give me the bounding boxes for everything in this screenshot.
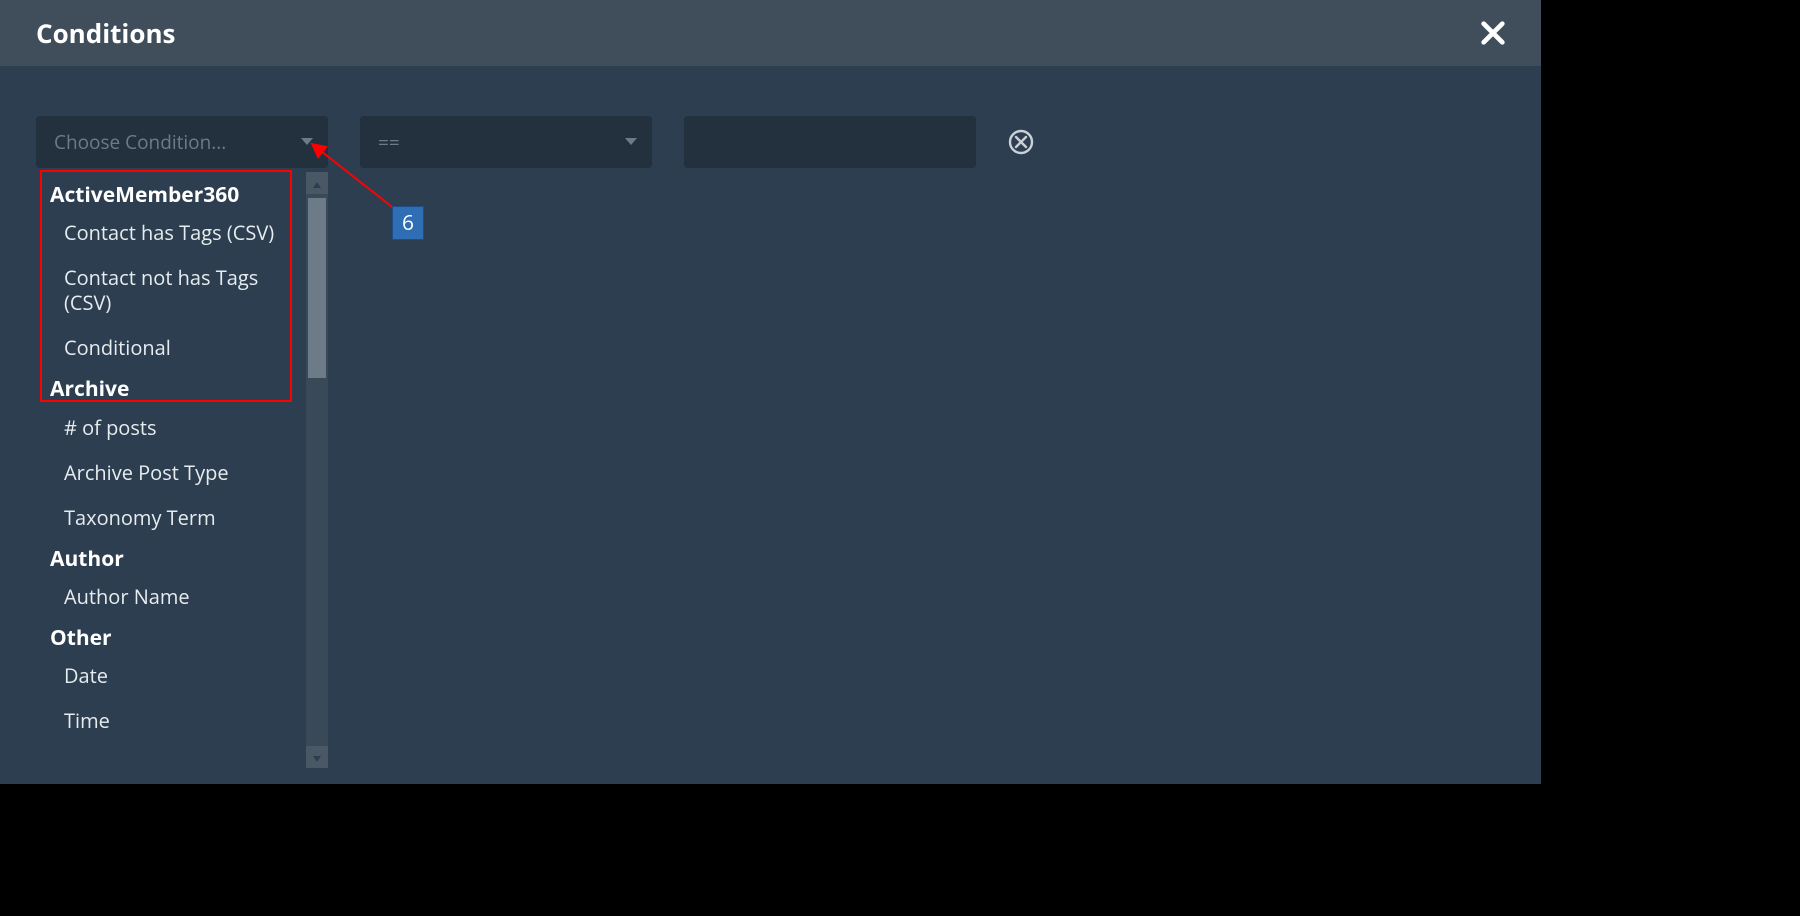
operator-select[interactable]: == <box>360 116 652 168</box>
dropdown-group-title: Archive <box>36 370 302 404</box>
chevron-down-icon <box>300 137 314 147</box>
operator-select-value: == <box>378 129 400 155</box>
chevron-down-icon <box>312 746 322 768</box>
dropdown-option[interactable]: Author Name <box>36 574 302 619</box>
dropdown-group-title: Other <box>36 619 302 653</box>
scroll-up-button[interactable] <box>306 172 328 194</box>
remove-icon <box>1008 138 1034 160</box>
close-icon <box>1479 30 1507 52</box>
condition-select-placeholder: Choose Condition... <box>54 129 226 155</box>
scroll-thumb[interactable] <box>308 198 326 378</box>
condition-row: Choose Condition... == <box>0 66 1541 168</box>
dropdown-option[interactable]: Contact has Tags (CSV) <box>36 210 302 255</box>
dialog-header: Conditions <box>0 0 1541 66</box>
value-input[interactable] <box>684 116 976 168</box>
close-button[interactable] <box>1479 19 1507 47</box>
dropdown-option[interactable]: Conditional <box>36 325 302 370</box>
dropdown-scrollbar[interactable] <box>306 172 328 768</box>
remove-condition-button[interactable] <box>1008 129 1034 155</box>
dropdown-option[interactable]: Archive Post Type <box>36 450 302 495</box>
dropdown-option[interactable]: Contact not has Tags (CSV) <box>36 255 302 325</box>
dialog-title: Conditions <box>36 15 175 51</box>
annotation-badge: 6 <box>392 206 424 240</box>
scroll-down-button[interactable] <box>306 746 328 768</box>
dropdown-group-title: ActiveMember360 <box>36 176 302 210</box>
dropdown-option[interactable]: # of posts <box>36 405 302 450</box>
dropdown-option[interactable]: Time <box>36 698 302 743</box>
chevron-up-icon <box>312 172 322 194</box>
dropdown-option[interactable]: Taxonomy Term <box>36 495 302 540</box>
chevron-down-icon <box>624 137 638 147</box>
dropdown-option[interactable]: Date <box>36 653 302 698</box>
condition-select[interactable]: Choose Condition... <box>36 116 328 168</box>
dropdown-group-title: Author <box>36 540 302 574</box>
condition-dropdown: ActiveMember360Contact has Tags (CSV)Con… <box>36 170 328 770</box>
